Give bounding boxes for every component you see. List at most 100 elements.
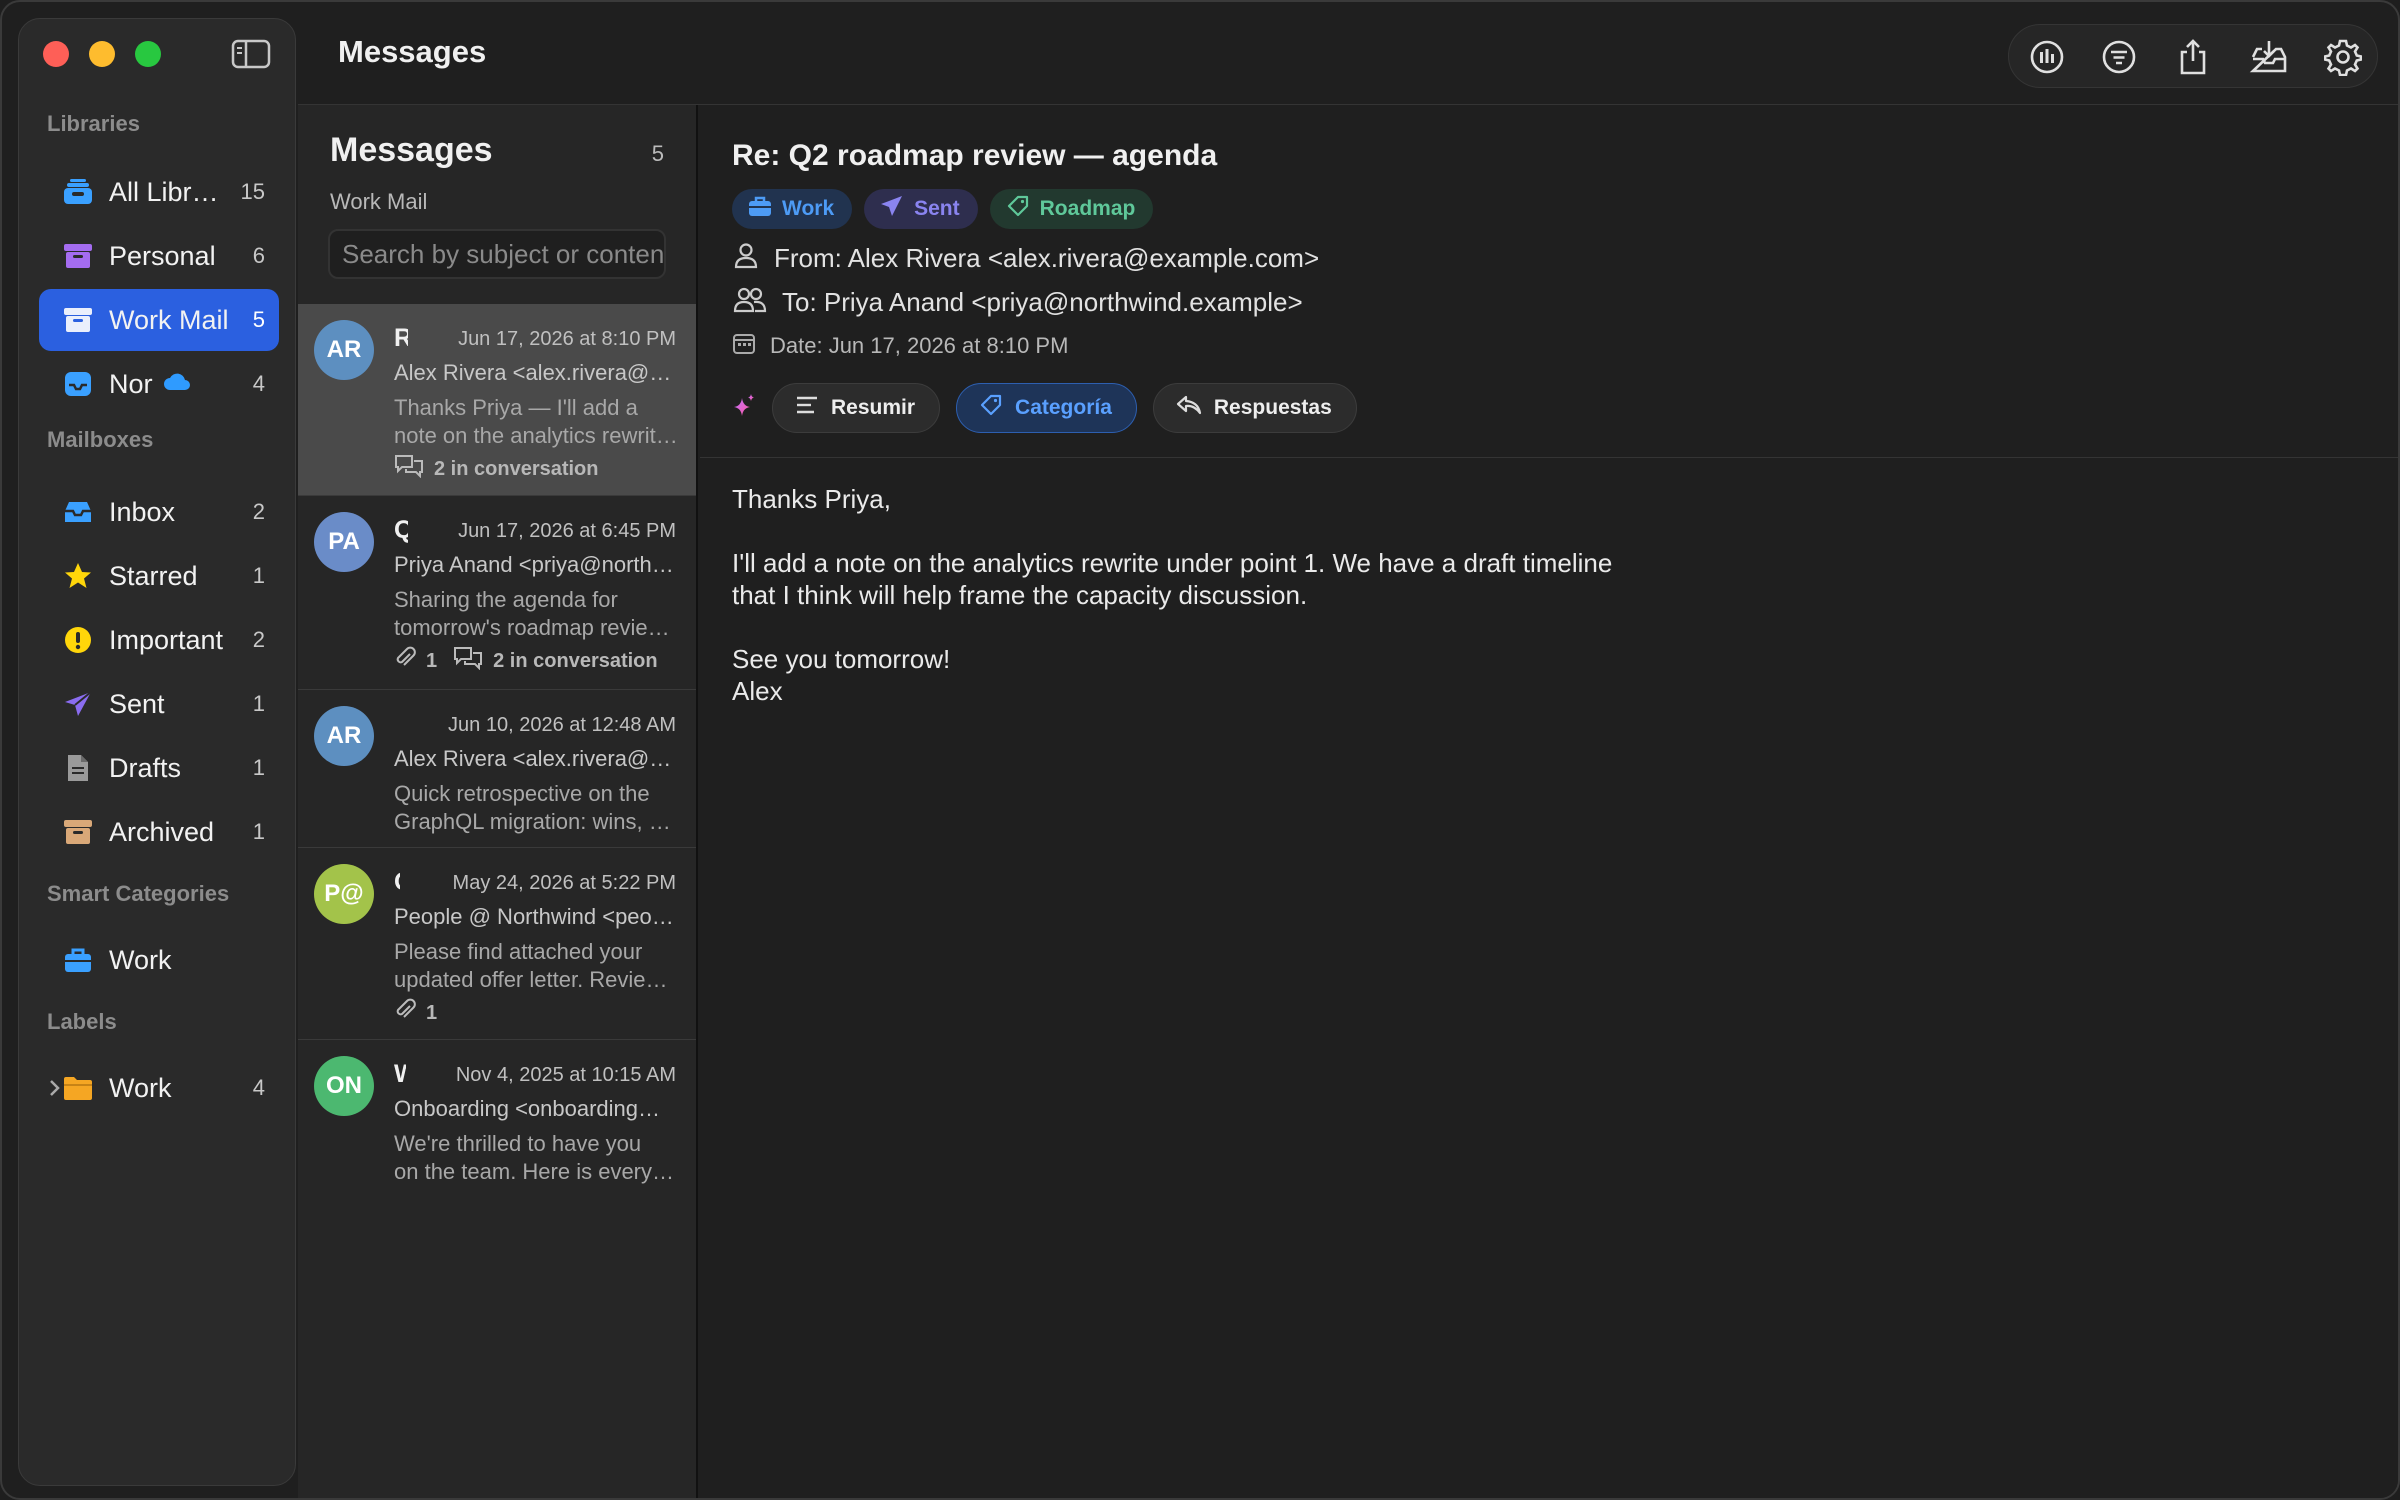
paperclip-icon [394,646,416,676]
import-tray-icon[interactable] [2249,37,2289,77]
message-row[interactable]: AR Re: Q2 roadmap review — agenda Jun 17… [298,304,696,496]
gear-icon[interactable] [2323,37,2363,77]
conversation-count: 2 in conversation [493,649,658,672]
window-title: Messages [338,34,487,69]
sidebar-item-all-libraries[interactable]: All Libraries 15 [39,161,279,223]
preview-line: GraphQL migration: wins, misses and next… [394,809,678,834]
sidebar-item-label-work[interactable]: Work 4 [39,1057,279,1119]
tag-roadmap[interactable]: Roadmap [989,189,1154,229]
message-sender: Alex Rivera <alex.rivera@example.com> [394,360,676,385]
body-closing: See you tomorrow! [732,644,951,674]
sidebar-item-label: Drafts [109,752,182,783]
cloud-icon [163,373,191,396]
sidebar-item-inbox[interactable]: Inbox 2 [39,481,279,543]
message-row[interactable]: P@ Offer letter May 24, 2026 at 5:22 PM … [298,848,696,1040]
chevron-right-icon[interactable] [49,1079,61,1102]
sidebar-item-drafts[interactable]: Drafts 1 [39,737,279,799]
sidebar-toggle-icon[interactable] [231,39,271,69]
libraries-section-title: Libraries [47,111,140,136]
paperclip-icon [394,998,416,1028]
sidebar-item-sent[interactable]: Sent 1 [39,673,279,735]
sidebar-item-important[interactable]: Important 2 [39,609,279,671]
exclamation-icon [61,624,95,656]
sidebar-item-northwind[interactable]: Northwind 4 [39,353,279,415]
sidebar: Libraries All Libraries 15 Personal 6 Wo… [18,18,296,1486]
message-date: May 24, 2026 at 5:22 PM [452,872,676,894]
body-paragraph: I'll add a note on the analytics rewrite… [732,548,1613,610]
preview-line: Thanks Priya — I'll add a [394,395,638,420]
sidebar-item-count: 5 [252,307,265,332]
inbox-icon [61,368,95,400]
body-signature: Alex [732,676,783,706]
replies-label: Respuestas [1213,396,1332,419]
replies-button[interactable]: Respuestas [1152,383,1357,433]
message-sender: Onboarding <onboarding@northwind.example… [394,1096,676,1121]
avatar: PA [314,512,374,572]
conversation-icon [394,454,424,484]
message-sender: People @ Northwind <people@northwind.exa… [394,904,676,929]
message-preview: Quick retrospective on the GraphQL migra… [394,780,678,836]
search-field[interactable] [328,229,666,279]
message-subject: Offer letter [394,868,400,897]
preview-line: on the team. Here is everything you need… [394,1159,678,1184]
archive-box-icon [61,816,95,848]
message-preview: Sharing the agenda for tomorrow's roadma… [394,586,678,642]
star-icon [61,560,95,592]
tag-sent[interactable]: Sent [864,189,978,229]
message-body: Thanks Priya, I'll add a note on the ana… [732,483,1632,707]
message-preview: Please find attached your updated offer … [394,938,678,994]
message-subject: Welcome aboard [394,1060,406,1089]
sidebar-item-work-mail[interactable]: Work Mail 5 [39,289,279,351]
message-subject: Re: Q2 roadmap review — agenda [394,324,408,353]
body-greeting: Thanks Priya, [732,484,891,514]
document-icon [61,752,95,784]
message-row[interactable]: PA Q2 roadmap review — agenda Jun 17, 20… [298,496,696,690]
list-subtitle: Work Mail [330,189,428,214]
toolbar [2008,24,2378,88]
sidebar-item-smart-work[interactable]: Work [39,929,279,991]
close-window-button[interactable] [43,41,69,67]
message-row[interactable]: ON Welcome aboard Nov 4, 2025 at 10:15 A… [298,1040,696,1198]
to-text[interactable]: To: Priya Anand <priya@northwind.example… [782,287,1303,318]
share-icon[interactable] [2173,37,2213,77]
sidebar-item-count: 15 [240,179,265,204]
sidebar-item-starred[interactable]: Starred 1 [39,545,279,607]
tag-label: Sent [914,197,960,220]
summarize-label: Resumir [831,396,916,419]
zoom-window-button[interactable] [135,41,161,67]
sidebar-item-label: Work Mail [109,304,229,335]
message-date: Nov 4, 2025 at 10:15 AM [455,1064,676,1086]
preview-line: Sharing the agenda for [394,587,618,612]
person-icon [732,241,760,276]
sidebar-item-archived[interactable]: Archived 1 [39,801,279,863]
category-button[interactable]: Categoría [956,383,1137,433]
from-text[interactable]: From: Alex Rivera <alex.rivera@example.c… [774,243,1319,274]
message-meta: 1 2 in conversation [394,646,658,676]
category-label: Categoría [1015,396,1112,419]
search-input[interactable] [330,231,664,277]
attachment-count: 1 [426,649,438,672]
message-row[interactable]: AR Jun 10, 2026 at 12:48 AM Alex Rivera … [298,690,696,848]
tray-stack-icon [61,176,95,208]
sidebar-item-count: 1 [252,755,265,780]
list-title: Messages [330,131,493,169]
tag-label: Work [782,197,835,220]
from-line: From: Alex Rivera <alex.rivera@example.c… [732,241,1319,276]
filter-icon[interactable] [2099,37,2139,77]
message-preview: We're thrilled to have you on the team. … [394,1130,678,1186]
stats-chart-icon[interactable] [2027,37,2067,77]
message-sender: Alex Rivera <alex.rivera@example.com> [394,746,676,771]
summarize-button[interactable]: Resumir [772,383,941,433]
sidebar-item-count: 1 [252,563,265,588]
sidebar-item-label: Important [109,624,224,655]
mailboxes-section-title: Mailboxes [47,427,154,452]
minimize-window-button[interactable] [89,41,115,67]
paperplane-icon [61,688,95,720]
sidebar-item-label: Work [109,944,172,975]
sidebar-item-count: 2 [252,627,265,652]
message-preview: Thanks Priya — I'll add a note on the an… [394,394,678,450]
sidebar-item-label: All Libraries [109,176,229,207]
sidebar-item-personal[interactable]: Personal 6 [39,225,279,287]
tag-work[interactable]: Work [732,189,853,229]
attachment-count: 1 [426,1001,438,1024]
